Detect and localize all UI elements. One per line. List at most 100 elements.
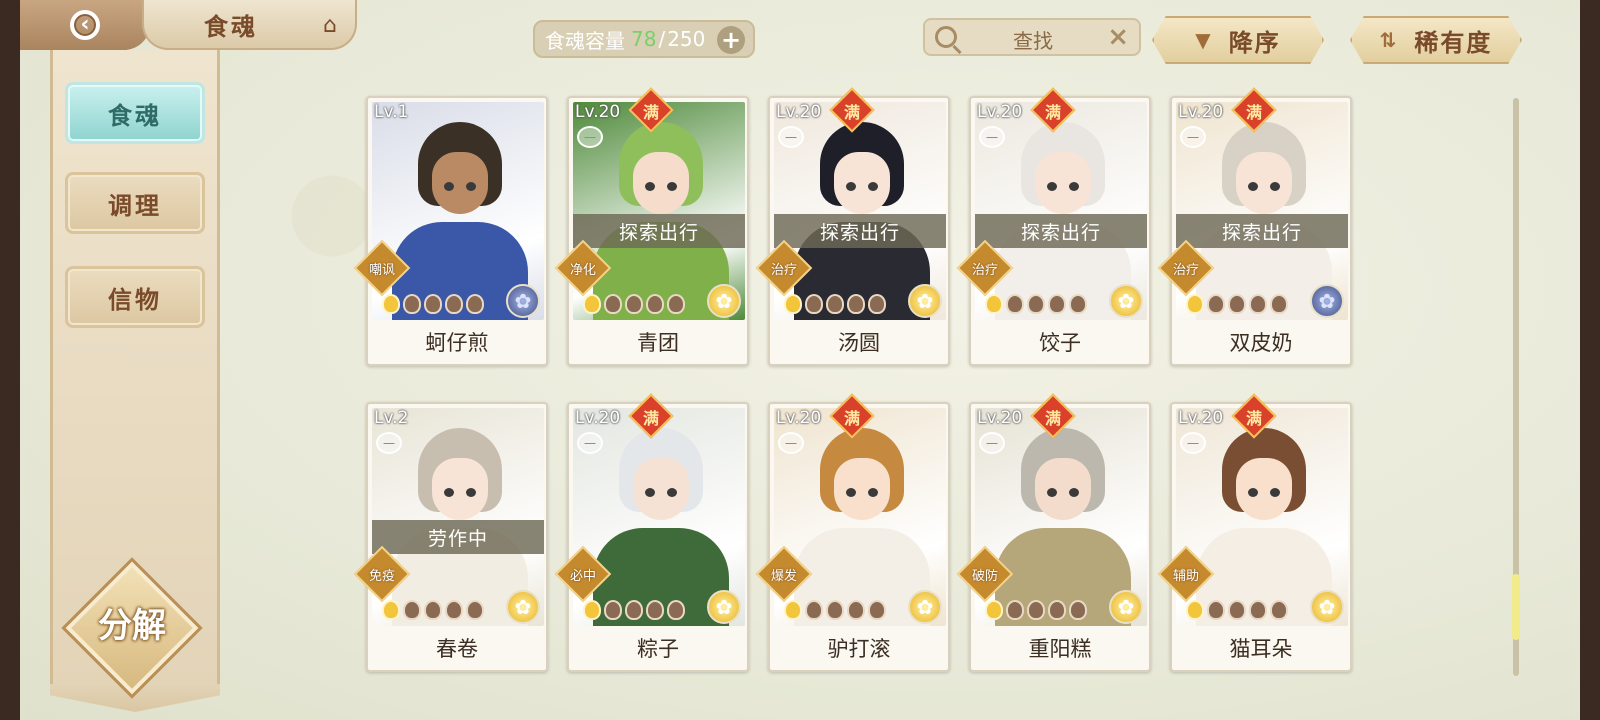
food-soul-card[interactable]: Lv.20 满一 爆发 ✿ 驴打滚 — [755, 393, 950, 672]
star-icon — [868, 600, 886, 620]
star-icon — [667, 294, 685, 314]
status-banner: 探索出行 — [975, 214, 1147, 248]
max-level-label: 满 — [843, 103, 860, 122]
star-icon — [847, 294, 865, 314]
star-rating — [784, 294, 886, 314]
card-name: 驴打滚 — [827, 637, 891, 661]
role-label: 爆发 — [770, 568, 797, 584]
capacity-max: 250 — [667, 27, 706, 51]
rank-badge: 一 — [778, 126, 804, 148]
add-capacity-button[interactable]: + — [717, 26, 745, 54]
max-level-label: 满 — [1044, 103, 1061, 122]
sort-by-label: 稀有度 — [1414, 28, 1493, 57]
star-icon — [826, 294, 844, 314]
home-icon[interactable]: ⌂ — [315, 12, 345, 38]
tab-conditioning[interactable]: 调理 — [65, 172, 205, 234]
star-icon — [604, 294, 622, 314]
tab-label: 食魂 — [108, 101, 162, 130]
scrollbar-thumb[interactable] — [1512, 574, 1520, 640]
star-icon — [1048, 294, 1066, 314]
scrollbar[interactable] — [1512, 98, 1520, 676]
star-icon — [625, 600, 643, 620]
clear-icon[interactable]: × — [1107, 22, 1129, 52]
decompose-button[interactable]: 分解 — [80, 592, 184, 652]
star-icon — [1048, 600, 1066, 620]
level-label: Lv.20 — [977, 408, 1023, 428]
star-icon — [847, 600, 865, 620]
status-banner: 探索出行 — [1176, 214, 1348, 248]
star-icon — [1270, 294, 1288, 314]
rarity-flower-icon: ✿ — [1109, 590, 1143, 624]
star-rating — [583, 600, 685, 620]
star-icon — [784, 294, 802, 314]
role-label: 必中 — [569, 568, 596, 584]
star-icon — [667, 600, 685, 620]
role-label: 净化 — [569, 262, 596, 278]
level-label: Lv.1 — [374, 102, 409, 122]
level-label: Lv.20 — [776, 408, 822, 428]
star-icon — [403, 600, 421, 620]
game-screen: ‹ 食魂 ⌂ 食魂容量 78 / 250 + 查找 × ▼ 降序 ⇅ 稀有度 食… — [20, 0, 1580, 720]
food-soul-card[interactable]: Lv.20 满一 破防 ✿ 重阳糕 — [956, 393, 1151, 672]
search-icon — [935, 26, 957, 48]
max-level-label: 满 — [1245, 103, 1262, 122]
level-label: Lv.20 — [575, 102, 621, 122]
food-soul-card[interactable]: Lv.2 一劳作中 免疫 ✿ 春卷 — [353, 402, 548, 672]
star-icon — [1186, 600, 1204, 620]
rarity-flower-icon: ✿ — [908, 284, 942, 318]
star-icon — [784, 600, 802, 620]
tab-tokens[interactable]: 信物 — [65, 266, 205, 328]
max-level-label: 满 — [843, 409, 860, 428]
food-soul-card[interactable]: Lv.1 嘲讽 ✿ 蚵仔煎 — [353, 96, 548, 366]
card-name: 饺子 — [1039, 331, 1081, 355]
star-icon — [424, 600, 442, 620]
food-soul-card[interactable]: Lv.20 满一 必中 ✿ 粽子 — [554, 393, 749, 672]
card-name: 粽子 — [637, 637, 679, 661]
food-soul-card[interactable]: Lv.20 满一 辅助 ✿ 猫耳朵 — [1157, 393, 1352, 672]
search-placeholder: 查找 — [1013, 29, 1053, 53]
star-icon — [382, 600, 400, 620]
star-icon — [1249, 294, 1267, 314]
star-icon — [466, 294, 484, 314]
tab-label: 调理 — [108, 191, 162, 220]
rank-badge: 一 — [979, 126, 1005, 148]
back-button[interactable]: ‹ — [20, 0, 150, 50]
star-icon — [826, 600, 844, 620]
level-label: Lv.2 — [374, 408, 409, 428]
star-icon — [1270, 600, 1288, 620]
tab-food-souls[interactable]: 食魂 — [65, 82, 205, 144]
star-icon — [1228, 294, 1246, 314]
level-label: Lv.20 — [1178, 102, 1224, 122]
status-banner: 劳作中 — [372, 520, 544, 554]
food-soul-card[interactable]: Lv.20 满一探索出行 净化 ✿ 青团 — [554, 87, 749, 366]
star-rating — [985, 600, 1087, 620]
role-label: 治疗 — [770, 262, 797, 278]
level-label: Lv.20 — [977, 102, 1023, 122]
food-soul-card[interactable]: Lv.20 满一探索出行 治疗 ✿ 饺子 — [956, 87, 1151, 366]
card-name: 双皮奶 — [1229, 331, 1293, 355]
card-name: 汤圆 — [838, 331, 880, 355]
capacity-label: 食魂容量 — [545, 28, 625, 53]
sort-order-button[interactable]: ▼ 降序 — [1152, 16, 1324, 64]
star-icon — [1006, 600, 1024, 620]
rarity-flower-icon: ✿ — [1310, 284, 1344, 318]
rank-badge: 一 — [577, 126, 603, 148]
card-name: 春卷 — [436, 637, 478, 661]
sort-by-button[interactable]: ⇅ 稀有度 — [1350, 16, 1522, 64]
capacity-separator: / — [658, 27, 666, 51]
star-icon — [1027, 294, 1045, 314]
status-banner: 探索出行 — [573, 214, 745, 248]
star-icon — [805, 294, 823, 314]
food-soul-card[interactable]: Lv.20 满一探索出行 治疗 ✿ 汤圆 — [755, 87, 950, 366]
star-icon — [445, 600, 463, 620]
max-level-label: 满 — [1245, 409, 1262, 428]
star-icon — [403, 294, 421, 314]
star-rating — [382, 294, 484, 314]
food-soul-card[interactable]: Lv.20 满一探索出行 治疗 ✿ 双皮奶 — [1157, 87, 1352, 366]
rank-badge: 一 — [1180, 126, 1206, 148]
search-field[interactable]: 查找 × — [923, 18, 1141, 56]
star-icon — [1207, 600, 1225, 620]
rank-badge: 一 — [376, 432, 402, 454]
star-icon — [1069, 294, 1087, 314]
rarity-flower-icon: ✿ — [1109, 284, 1143, 318]
